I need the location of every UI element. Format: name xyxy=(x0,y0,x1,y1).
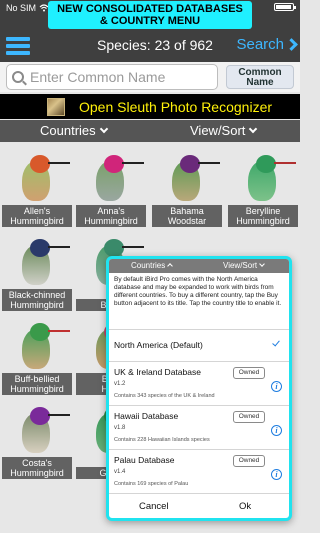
bird-name: Buff-bellied xyxy=(14,374,60,384)
database-version: v1.8 xyxy=(114,425,126,431)
owned-button[interactable]: Owned xyxy=(233,455,265,467)
database-version: v1.2 xyxy=(114,381,126,387)
sleuth-bar[interactable]: Open Sleuth Photo Recognizer xyxy=(0,94,300,119)
bird-tile[interactable]: Allen's Hummingbird xyxy=(2,147,72,227)
owned-button[interactable]: Owned xyxy=(233,411,265,423)
database-contains: Contains 169 species of Palau xyxy=(114,481,189,487)
info-icon[interactable]: i xyxy=(271,425,282,436)
chevron-up-icon xyxy=(167,263,174,269)
search-row: Common Name xyxy=(0,62,300,92)
bird-name: Bahama xyxy=(170,206,204,216)
bird-illustration xyxy=(86,151,144,211)
view-sort-label: View/Sort xyxy=(190,123,246,138)
info-icon[interactable]: i xyxy=(271,381,282,392)
view-sort-button[interactable]: View/Sort xyxy=(190,123,258,138)
chevron-right-icon xyxy=(285,38,298,51)
bird-name: Woodstar xyxy=(167,216,207,226)
dialog-footer: Cancel Ok xyxy=(109,493,289,518)
search-input[interactable] xyxy=(30,69,210,85)
bird-tile[interactable]: Bahama Woodstar xyxy=(152,147,222,227)
bird-illustration xyxy=(12,403,70,463)
carrier-label: No SIM xyxy=(6,3,37,13)
bird-illustration xyxy=(12,151,70,211)
bird-name: Allen's xyxy=(23,206,51,216)
database-contains: Contains 343 species of the UK & Ireland xyxy=(114,393,215,399)
sort-bar: Countries View/Sort xyxy=(0,120,300,142)
search-label: Search xyxy=(236,36,284,53)
dialog-view-sort-tab[interactable]: View/Sort xyxy=(223,261,265,270)
database-name: Hawaii Database xyxy=(114,411,179,421)
country-database-dialog: Countries View/Sort By default iBird Pro… xyxy=(106,256,292,521)
database-row-hawaii[interactable]: Hawaii Database v1.8 Contains 228 Hawaii… xyxy=(109,405,289,449)
bird-name: Hummingbird xyxy=(10,216,64,226)
chevron-down-icon xyxy=(249,124,258,134)
owned-button[interactable]: Owned xyxy=(233,367,265,379)
bird-illustration xyxy=(162,151,220,211)
search-icon xyxy=(12,71,24,83)
status-bar: No SIM xyxy=(6,3,49,13)
search-button[interactable]: Search xyxy=(236,36,298,53)
chevron-down-icon xyxy=(259,261,265,267)
database-version: v1.4 xyxy=(114,469,126,475)
common-name-toggle-button[interactable]: Common Name xyxy=(226,65,294,89)
database-name: Palau Database xyxy=(114,455,175,465)
banner-line2: & COUNTRY MENU xyxy=(99,15,201,27)
info-icon[interactable]: i xyxy=(271,469,282,480)
database-row-north-america[interactable]: North America (Default) xyxy=(109,329,289,361)
bird-name: Hummingbird xyxy=(10,384,64,394)
bird-tile[interactable]: Anna's Hummingbird xyxy=(76,147,146,227)
banner-line1: NEW CONSOLIDATED DATABASES xyxy=(57,3,243,15)
countries-button[interactable]: Countries xyxy=(40,123,108,138)
database-name: North America (Default) xyxy=(114,340,203,350)
chevron-down-icon xyxy=(99,124,108,134)
sleuth-label: Open Sleuth Photo Recognizer xyxy=(79,98,273,115)
database-row-uk-ireland[interactable]: UK & Ireland Database v1.2 Contains 343 … xyxy=(109,361,289,405)
database-row-palau[interactable]: Palau Database v1.4 Contains 169 species… xyxy=(109,449,289,493)
dialog-description: By default iBird Pro comes with the Nort… xyxy=(114,276,282,307)
bird-illustration xyxy=(12,319,70,379)
common-name-line2: Name xyxy=(246,77,274,88)
bird-name: Berylline xyxy=(245,206,281,216)
dialog-view-sort-label: View/Sort xyxy=(223,261,258,270)
bird-name: Costa's xyxy=(22,458,52,468)
bird-name: Hummingbird xyxy=(10,300,64,310)
dialog-countries-label: Countries xyxy=(131,261,166,270)
bird-illustration xyxy=(238,151,296,211)
species-count: Species: 23 of 962 xyxy=(97,37,213,53)
dialog-header: Countries View/Sort xyxy=(109,259,289,273)
ok-button[interactable]: Ok xyxy=(239,501,251,512)
bird-name: Hummingbird xyxy=(84,216,138,226)
bird-tile[interactable]: Costa's Hummingbird xyxy=(2,399,72,479)
search-box[interactable] xyxy=(6,64,218,90)
bird-tile[interactable]: Berylline Hummingbird xyxy=(228,147,298,227)
promo-banner[interactable]: NEW CONSOLIDATED DATABASES & COUNTRY MEN… xyxy=(48,1,252,29)
cancel-button[interactable]: Cancel xyxy=(139,501,169,512)
dialog-countries-tab[interactable]: Countries xyxy=(131,261,174,270)
countries-label: Countries xyxy=(40,123,96,138)
bird-tile[interactable]: Black-chinned Hummingbird xyxy=(2,231,72,311)
top-bar: No SIM NEW CONSOLIDATED DATABASES & COUN… xyxy=(0,0,300,62)
bird-name: Anna's xyxy=(97,206,125,216)
database-contains: Contains 228 Hawaiian Islands species xyxy=(114,437,210,443)
sleuth-photo-icon xyxy=(47,97,65,116)
bird-name: Black-chinned xyxy=(8,290,66,300)
database-name: UK & Ireland Database xyxy=(114,367,201,377)
battery-icon xyxy=(274,3,296,11)
bird-name: Hummingbird xyxy=(10,468,64,478)
bird-tile[interactable]: Buff-bellied Hummingbird xyxy=(2,315,72,395)
bird-name: Hummingbird xyxy=(236,216,290,226)
bird-illustration xyxy=(12,235,70,295)
hamburger-menu-icon[interactable] xyxy=(6,37,30,55)
